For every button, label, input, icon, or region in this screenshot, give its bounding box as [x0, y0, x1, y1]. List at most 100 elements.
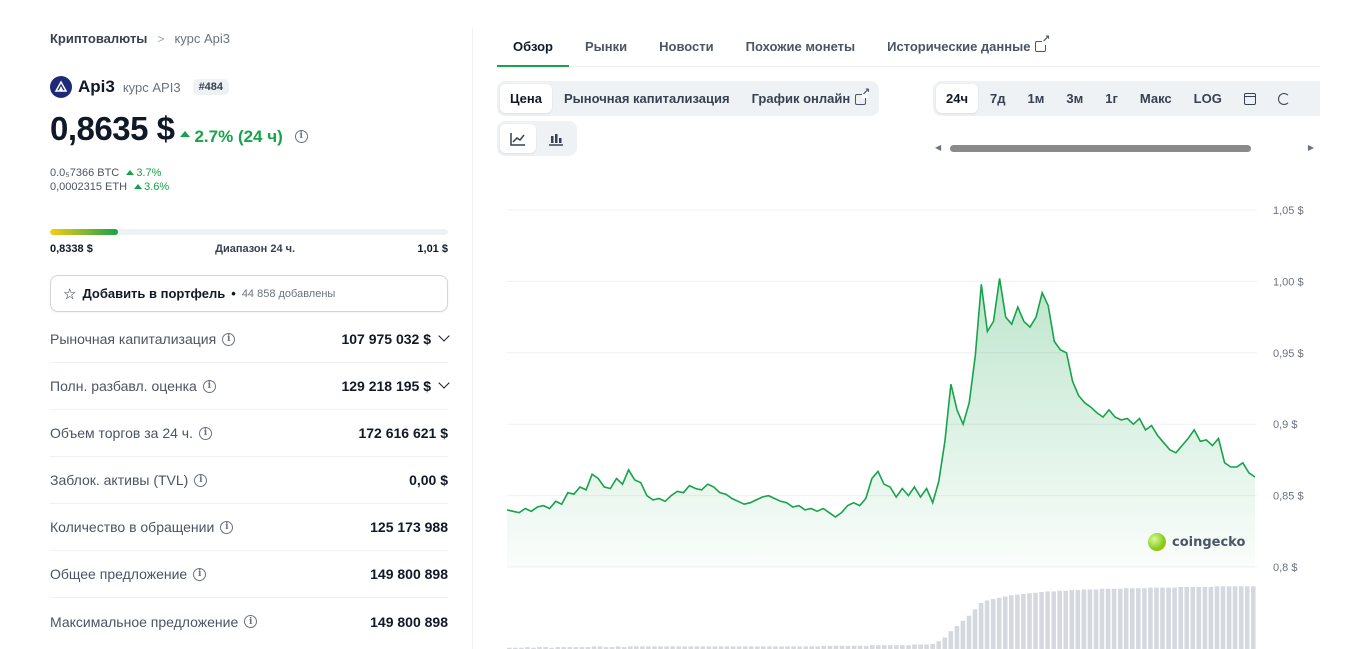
scroll-right-icon[interactable]: ▶	[1308, 143, 1314, 152]
volume-bar	[996, 597, 1002, 649]
stat-value: 172 616 621 $	[358, 425, 448, 441]
stat-row: Общее предложение i 149 800 898	[50, 551, 448, 598]
stat-value-text: 149 800 898	[370, 566, 448, 582]
volume-bar	[1244, 586, 1250, 649]
volume-bar	[1202, 586, 1208, 649]
info-icon[interactable]: i	[198, 426, 212, 440]
stat-value-text: 0,00 $	[409, 472, 448, 488]
price-change-value: 2.7% (24 ч)	[194, 127, 283, 146]
volume-bar	[1226, 586, 1232, 649]
info-icon[interactable]: i	[193, 567, 207, 581]
volume-bar	[930, 643, 935, 649]
line-chart-button[interactable]	[500, 124, 536, 153]
volume-bar	[1033, 592, 1038, 649]
volume-bar	[1148, 587, 1153, 649]
stat-value: 149 800 898	[370, 614, 448, 630]
chart-type-selector	[497, 121, 577, 156]
volume-bar	[882, 645, 887, 649]
stat-value: 0,00 $	[409, 472, 448, 488]
volume-bar	[918, 644, 923, 649]
volume-bar	[1015, 594, 1020, 649]
info-icon[interactable]: i	[222, 332, 236, 346]
stat-row: Заблок. активы (TVL) i 0,00 $	[50, 457, 448, 504]
portfolio-count: 44 858 добавлены	[241, 287, 336, 300]
breadcrumb-cryptocurrencies[interactable]: Криптовалюты	[50, 31, 147, 46]
range-1[interactable]: 7д	[980, 84, 1015, 113]
range-scrollbar[interactable]: ◀ ▶	[933, 143, 1320, 155]
volume-bar	[948, 631, 954, 649]
candlestick-chart-button[interactable]	[538, 124, 574, 153]
info-icon[interactable]: i	[244, 615, 258, 628]
volume-bar	[876, 645, 881, 649]
stat-label: Объем торгов за 24 ч. i	[50, 425, 212, 441]
volume-bar	[1093, 589, 1099, 649]
range-0[interactable]: 24ч	[936, 84, 979, 113]
range-5[interactable]: Макс	[1130, 84, 1182, 113]
stat-value: 107 975 032 $	[341, 330, 450, 347]
chevron-down-icon[interactable]	[438, 377, 450, 389]
range-4[interactable]: 1г	[1095, 84, 1128, 113]
volume-bar	[1087, 589, 1093, 649]
chart-mode-2[interactable]: График онлайн	[742, 84, 877, 113]
chevron-down-icon[interactable]	[438, 330, 450, 342]
chart-mode-0[interactable]: Цена	[500, 84, 552, 113]
calendar-button[interactable]	[1234, 84, 1266, 113]
tab-label: Похожие монеты	[745, 39, 856, 54]
price-chart[interactable]: 1,05 $ 1,00 $ 0,95 $ 0,9 $ 0,85 $ 0,8 $	[497, 160, 1320, 649]
volume-bar	[869, 645, 875, 649]
stat-value: 149 800 898	[370, 566, 448, 582]
stat-label-text: Общее предложение	[50, 566, 188, 582]
stat-row[interactable]: Рыночная капитализация i 107 975 032 $	[50, 316, 450, 363]
range-6[interactable]: LOG	[1184, 84, 1232, 113]
volume-bar	[1063, 590, 1069, 649]
stat-label: Максимальное предложение i	[50, 613, 258, 630]
tab-0[interactable]: Обзор	[497, 30, 569, 67]
volume-bar	[1136, 588, 1141, 649]
volume-bar	[1027, 593, 1032, 649]
eth-change-value: 3.6%	[144, 181, 170, 193]
caret-up-icon	[126, 170, 135, 175]
volume-bar	[1214, 586, 1220, 649]
range-2[interactable]: 1м	[1018, 84, 1055, 113]
volume-bar	[1069, 590, 1075, 649]
volume-bar	[1075, 590, 1081, 649]
breadcrumb: Криптовалюты > курс Api3	[50, 31, 230, 46]
range-label: Диапазон 24 ч.	[215, 243, 296, 255]
info-icon[interactable]: i	[294, 129, 308, 143]
chart-mode-1[interactable]: Рыночная капитализация	[554, 84, 740, 113]
info-icon[interactable]: i	[194, 473, 208, 487]
stat-row: Количество в обращении i 125 173 988	[50, 504, 448, 551]
tab-2[interactable]: Новости	[643, 30, 730, 67]
range-high: 1,01 $	[417, 243, 448, 255]
coin-subtitle: курс API3	[122, 79, 181, 95]
volume-bar	[1184, 586, 1189, 649]
volume-bar	[906, 645, 911, 649]
scroll-thumb[interactable]	[950, 145, 1251, 152]
info-icon[interactable]: i	[202, 379, 216, 393]
volume-bar	[1190, 586, 1196, 649]
scroll-left-icon[interactable]: ◀	[935, 143, 941, 152]
tab-1[interactable]: Рынки	[569, 30, 643, 67]
volume-bar	[1196, 586, 1202, 649]
volume-bar	[1154, 587, 1159, 649]
calendar-icon	[1243, 92, 1256, 105]
tab-3[interactable]: Похожие монеты	[730, 30, 871, 67]
chart-mode-label: Рыночная капитализация	[563, 91, 730, 106]
refresh-button[interactable]	[1268, 84, 1300, 113]
chart-mode-label: График онлайн	[751, 91, 851, 106]
volume-bar	[1232, 586, 1238, 649]
stat-label-text: Максимальное предложение	[50, 613, 239, 630]
stat-row[interactable]: Полн. разбавл. оценка i 129 218 195 $	[50, 363, 450, 410]
tab-4[interactable]: Исторические данные	[871, 30, 1062, 67]
external-link-icon	[855, 87, 870, 105]
info-icon[interactable]: i	[220, 520, 234, 534]
volume-bar	[1099, 588, 1105, 649]
y-tick-label: 0,9 $	[1273, 419, 1297, 431]
range-3[interactable]: 3м	[1056, 84, 1093, 113]
candlestick-icon	[549, 133, 563, 146]
add-to-portfolio-button[interactable]: ☆ Добавить в портфель • 44 858 добавлены	[50, 275, 448, 312]
range-low: 0,8338 $	[50, 243, 93, 255]
btc-change: 3.7%	[126, 167, 161, 179]
coin-summary-panel: Криптовалюты > курс Api3 Api3 курс API3 …	[50, 0, 450, 649]
watermark-text: coingecko	[1172, 534, 1246, 550]
